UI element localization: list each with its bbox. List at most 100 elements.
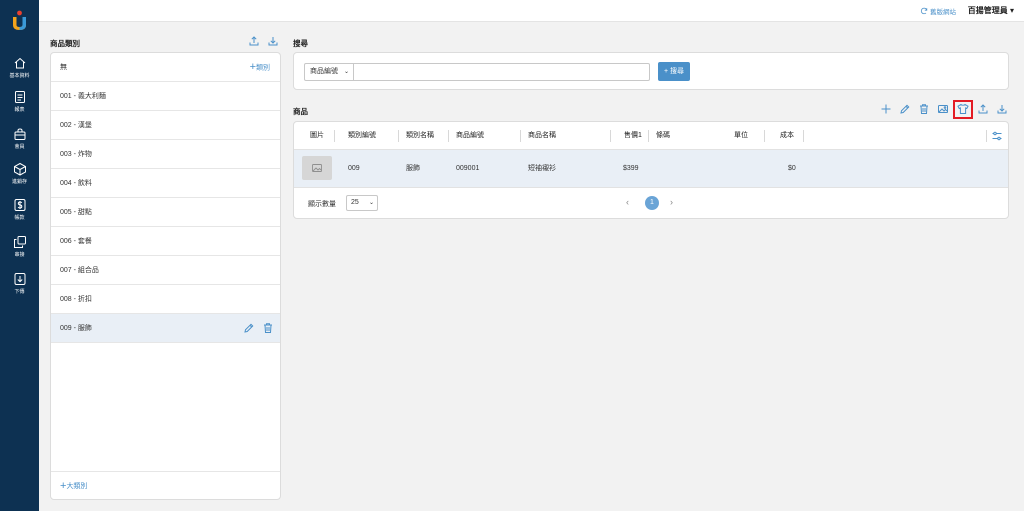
- sidebar-item-integration[interactable]: 串接: [0, 235, 39, 265]
- category-item[interactable]: 007 - 組合品: [51, 256, 280, 285]
- sidebar-item-label: 會員: [14, 144, 25, 150]
- brand-logo: [13, 10, 26, 30]
- sidebar-item-label: 下傳: [14, 289, 25, 295]
- prev-page-button[interactable]: ‹: [626, 197, 629, 207]
- add-subcategory-label: 類別: [256, 64, 270, 72]
- download-icon: [997, 105, 1007, 114]
- column-header-cost[interactable]: 成本: [780, 122, 794, 150]
- integration-icon: [13, 236, 26, 248]
- category-item[interactable]: 003 - 炸物: [51, 140, 280, 169]
- sidebar-item-basic-data[interactable]: 基本資料: [0, 56, 39, 86]
- column-header-product-name[interactable]: 商品名稱: [528, 122, 556, 150]
- product-download-button[interactable]: [996, 103, 1008, 115]
- column-divider: [448, 130, 449, 142]
- product-image-button[interactable]: [937, 103, 949, 115]
- sidebar-item-report[interactable]: 報表: [0, 90, 39, 120]
- cell-category-code: 009: [348, 165, 360, 172]
- refresh-icon: [920, 7, 928, 15]
- cell-product-name: 短袖襯衫: [528, 165, 556, 172]
- old-site-link[interactable]: 舊版網站: [920, 6, 956, 16]
- old-site-label: 舊版網站: [930, 9, 956, 16]
- page-size-value: 25: [351, 199, 359, 206]
- top-bar: 舊版網站 百揚管理員 ▾: [39, 0, 1024, 22]
- search-button[interactable]: + 搜尋: [658, 62, 690, 81]
- sidebar-item-member[interactable]: 會員: [0, 127, 39, 157]
- product-upload-button[interactable]: [977, 103, 989, 115]
- cell-category-name: 服飾: [406, 165, 420, 172]
- sidebar-item-inventory[interactable]: 進銷存: [0, 162, 39, 192]
- category-upload-button[interactable]: [248, 35, 260, 47]
- chevron-down-icon: ⌄: [343, 69, 349, 75]
- column-divider: [986, 130, 987, 142]
- upload-icon: [978, 104, 988, 114]
- inventory-box-icon: [13, 162, 26, 176]
- category-panel: 無 +類別 001 - 義大利麵 002 - 漢堡 003 - 炸物 004 -…: [50, 52, 281, 500]
- sidebar-item-accounts[interactable]: 帳款: [0, 198, 39, 228]
- sidebar-item-label: 串接: [14, 252, 25, 258]
- category-item[interactable]: 002 - 漢堡: [51, 111, 280, 140]
- column-header-category-name[interactable]: 類別名稱: [406, 122, 434, 150]
- column-header-unit[interactable]: 單位: [734, 122, 748, 150]
- column-header-product-code[interactable]: 商品編號: [456, 122, 484, 150]
- delete-product-button[interactable]: [918, 103, 930, 115]
- cell-price1: $399: [623, 165, 639, 172]
- column-divider: [803, 130, 804, 142]
- search-field-value: 商品編號: [310, 68, 338, 75]
- search-field-select[interactable]: 商品編號 ⌄: [304, 63, 354, 81]
- next-page-button[interactable]: ›: [670, 197, 673, 207]
- add-product-button[interactable]: [880, 103, 892, 115]
- category-item[interactable]: 006 - 套餐: [51, 227, 280, 256]
- pencil-icon: [244, 323, 254, 333]
- column-header-price1[interactable]: 售價1: [624, 122, 642, 150]
- table-footer: 顯示數量 25 ⌄ ‹ 1 ›: [294, 188, 1008, 218]
- page-size-label: 顯示數量: [308, 201, 336, 208]
- category-item[interactable]: 004 - 飲料: [51, 169, 280, 198]
- column-header-category-code[interactable]: 類別編號: [348, 122, 376, 150]
- category-item-selected[interactable]: 009 - 服飾: [51, 314, 280, 343]
- table-row[interactable]: 009 服飾 009001 短袖襯衫 $399 $0: [294, 150, 1008, 188]
- sidebar-item-label: 報表: [14, 107, 25, 113]
- image-placeholder-icon: [312, 164, 322, 172]
- add-major-category-label: 大類別: [66, 482, 88, 490]
- column-divider: [334, 130, 335, 142]
- column-divider: [520, 130, 521, 142]
- add-subcategory-button[interactable]: +類別: [250, 53, 270, 82]
- cell-product-code: 009001: [456, 165, 480, 172]
- trash-icon: [264, 323, 272, 333]
- category-none-label: 無: [60, 64, 67, 71]
- sidebar-item-label: 帳款: [14, 215, 25, 221]
- sidebar: 基本資料 報表 會員 進銷存 帳款 串接 下傳: [0, 0, 39, 511]
- column-divider: [648, 130, 649, 142]
- home-icon: [14, 57, 25, 69]
- column-header-image[interactable]: 圖片: [310, 122, 324, 150]
- products-table-panel: 圖片 類別編號 類別名稱 商品編號 商品名稱 售價1 條碼 單位 成本 009 …: [293, 121, 1009, 219]
- download-icon: [14, 273, 25, 285]
- page-number-current[interactable]: 1: [645, 196, 659, 210]
- page-size-select[interactable]: 25 ⌄: [346, 195, 378, 211]
- category-item[interactable]: 001 - 義大利麵: [51, 82, 280, 111]
- column-divider: [764, 130, 765, 142]
- upload-icon: [249, 36, 259, 46]
- category-item[interactable]: 008 - 折扣: [51, 285, 280, 314]
- column-divider: [610, 130, 611, 142]
- column-settings-button[interactable]: [991, 130, 1003, 142]
- products-section-title: 商品: [293, 107, 308, 116]
- category-section-title: 商品類別: [50, 39, 80, 48]
- category-item[interactable]: 005 - 甜點: [51, 198, 280, 227]
- column-header-barcode[interactable]: 條碼: [656, 122, 670, 150]
- edit-category-button[interactable]: [243, 322, 255, 334]
- user-menu[interactable]: 百揚管理員 ▾: [968, 5, 1014, 16]
- category-download-button[interactable]: [267, 35, 279, 47]
- add-major-category-button[interactable]: +大類別: [51, 471, 280, 499]
- dollar-icon: [14, 199, 25, 211]
- category-item-none[interactable]: 無 +類別: [51, 53, 280, 82]
- sidebar-item-download[interactable]: 下傳: [0, 272, 39, 302]
- table-header: 圖片 類別編號 類別名稱 商品編號 商品名稱 售價1 條碼 單位 成本: [294, 122, 1008, 150]
- delete-category-button[interactable]: [262, 322, 274, 334]
- highlight-frame: [953, 100, 973, 119]
- sidebar-item-label: 基本資料: [9, 73, 30, 79]
- plus-icon: [881, 104, 891, 114]
- search-input[interactable]: [354, 63, 650, 81]
- edit-product-button[interactable]: [899, 103, 911, 115]
- member-icon: [14, 128, 25, 140]
